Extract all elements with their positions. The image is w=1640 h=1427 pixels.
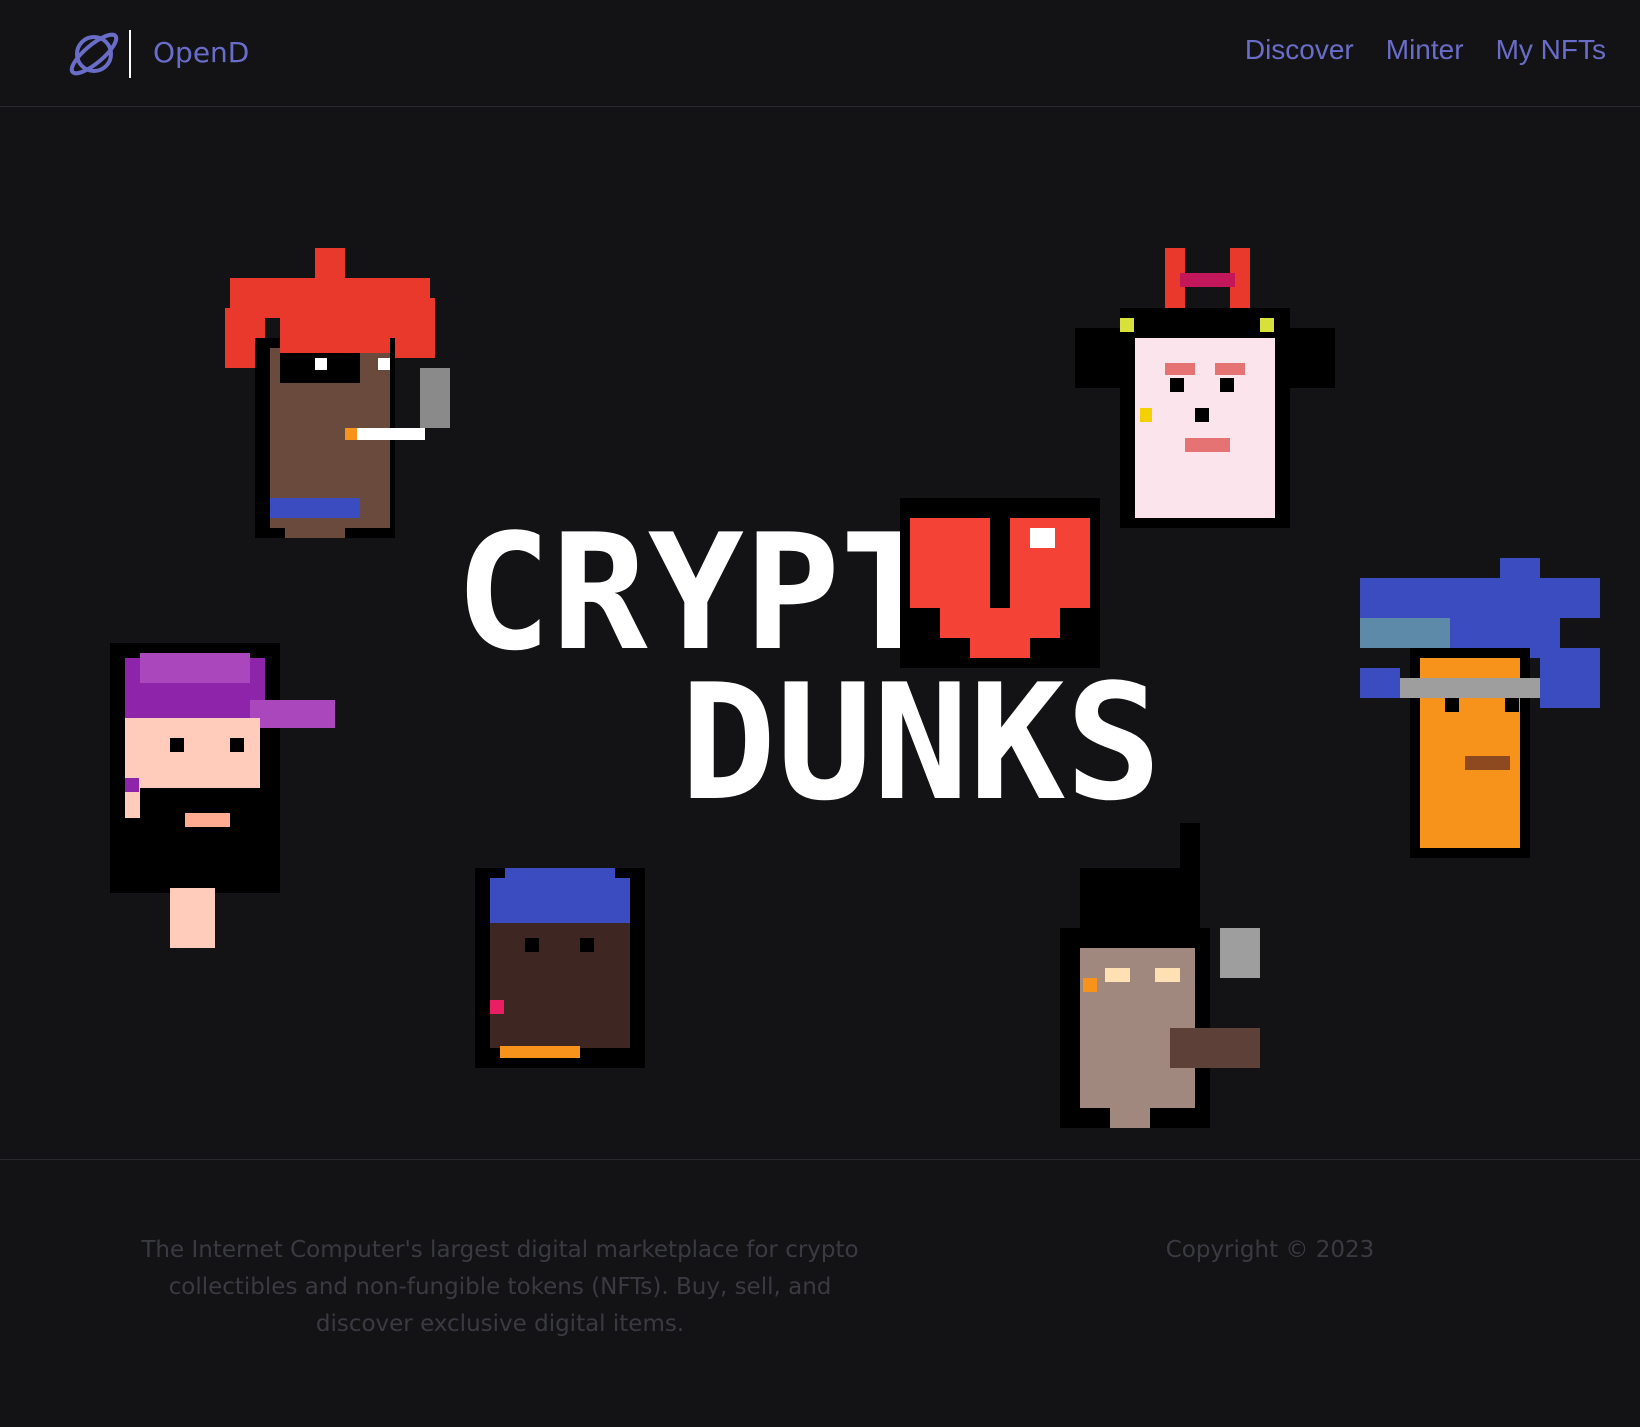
banner-title-dunks: DUNKS [680, 649, 1162, 836]
footer: The Internet Computer's largest digital … [0, 1159, 1640, 1427]
planet-icon[interactable] [64, 24, 124, 84]
footer-description: The Internet Computer's largest digital … [141, 1237, 859, 1337]
nav-discover[interactable]: Discover [1245, 34, 1354, 66]
main-nav: Discover Minter My NFTs [1245, 34, 1606, 66]
punk-blue-beanie [475, 868, 645, 1068]
punk-purple-cap [110, 643, 335, 948]
punk-bow-girl [1075, 248, 1335, 528]
footer-copyright: Copyright © 2023 [1165, 1237, 1375, 1263]
banner-line2: DUNKS [680, 649, 1162, 836]
punk-pipe-smoker [1060, 823, 1260, 1128]
punk-red-hair [225, 248, 450, 538]
punk-spiky-orange [1360, 558, 1600, 858]
nav-my-nfts[interactable]: My NFTs [1496, 34, 1606, 66]
header: OpenD Discover Minter My NFTs [0, 0, 1640, 107]
brand-name[interactable]: OpenD [153, 36, 249, 69]
hero-banner: CRYPT DUNKS [0, 108, 1640, 1159]
nav-minter[interactable]: Minter [1386, 34, 1464, 66]
crypto-dunks-artwork: CRYPT DUNKS [110, 248, 1600, 1128]
pixel-heart-icon [900, 498, 1100, 668]
logo-divider [129, 30, 131, 78]
